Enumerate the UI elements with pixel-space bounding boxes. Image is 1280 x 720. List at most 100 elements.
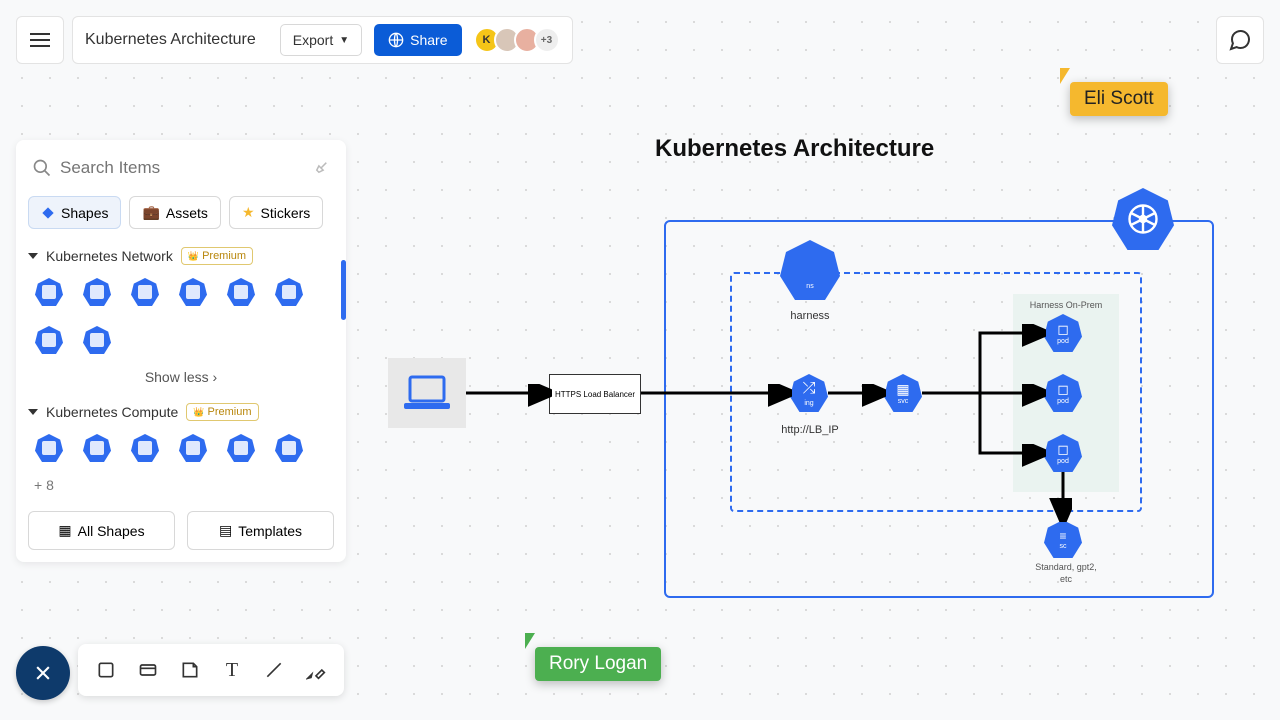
- premium-badge: 👑Premium: [186, 403, 258, 421]
- pen-icon: [306, 660, 326, 680]
- k8s-shape-netpol[interactable]: [130, 277, 160, 307]
- network-shapes: [28, 277, 334, 355]
- sc-text: sc: [1060, 543, 1067, 550]
- all-shapes-button[interactable]: ▦ All Shapes: [28, 511, 175, 550]
- svc-text: svc: [898, 398, 909, 405]
- menu-button[interactable]: [16, 16, 64, 64]
- collaborator-avatars[interactable]: K +3: [474, 27, 560, 53]
- premium-label: Premium: [202, 250, 246, 262]
- share-label: Share: [410, 32, 447, 48]
- tab-stickers[interactable]: ★ Stickers: [229, 196, 323, 229]
- export-button[interactable]: Export ▼: [280, 24, 362, 56]
- share-button[interactable]: Share: [374, 24, 461, 56]
- k8s-shape-ds[interactable]: [130, 433, 160, 463]
- node-pod-3[interactable]: ◻pod: [1044, 434, 1082, 472]
- search-icon: [32, 158, 52, 178]
- laptop-icon: [402, 373, 452, 413]
- panel-tabs: Shapes 💼 Assets ★ Stickers: [28, 196, 334, 229]
- ns-text: ns: [806, 283, 813, 290]
- k8s-logo-icon[interactable]: [1112, 188, 1174, 250]
- sc-label: Standard, gpt2, etc: [1032, 562, 1100, 585]
- tool-rect[interactable]: [88, 652, 124, 688]
- client-laptop[interactable]: [388, 358, 466, 428]
- panel-scrollbar[interactable]: [341, 260, 346, 320]
- search-input[interactable]: [60, 158, 304, 178]
- node-pod-2[interactable]: ◻pod: [1044, 374, 1082, 412]
- pod2-text: pod: [1057, 398, 1069, 405]
- chevron-down-icon: ▼: [339, 35, 349, 46]
- document-title[interactable]: Kubernetes Architecture: [85, 31, 268, 49]
- panel-actions: ▦ All Shapes ▤ Templates: [28, 511, 334, 550]
- load-balancer[interactable]: HTTPS Load Balancer: [549, 374, 641, 414]
- globe-icon: [388, 32, 404, 48]
- premium-badge: 👑Premium: [181, 247, 253, 265]
- caret-down-icon: [28, 409, 38, 415]
- cursor-rory: Rory Logan: [535, 647, 661, 681]
- tool-line[interactable]: [256, 652, 292, 688]
- section-network[interactable]: Kubernetes Network 👑Premium: [28, 247, 334, 265]
- k8s-shape-6[interactable]: [274, 277, 304, 307]
- ing-text: ing: [804, 400, 813, 407]
- chat-button[interactable]: [1216, 16, 1264, 64]
- card-icon: [138, 660, 158, 680]
- avatar-more[interactable]: +3: [534, 27, 560, 53]
- node-sc[interactable]: ≡sc: [1044, 520, 1082, 558]
- k8s-shape-rs[interactable]: [226, 433, 256, 463]
- square-icon: [96, 660, 116, 680]
- k8s-shape-7[interactable]: [34, 325, 64, 355]
- star-icon: ★: [242, 204, 255, 221]
- pod1-text: pod: [1057, 338, 1069, 345]
- tab-shapes-label: Shapes: [61, 205, 108, 221]
- line-icon: [264, 660, 284, 680]
- ing-label: http://LB_IP: [766, 424, 854, 436]
- tool-pen[interactable]: [298, 652, 334, 688]
- shapes-panel: Shapes 💼 Assets ★ Stickers Kubernetes Netw…: [16, 140, 346, 562]
- k8s-shape-pod[interactable]: [34, 433, 64, 463]
- more-shapes-count[interactable]: + 8: [28, 477, 334, 493]
- k8s-shape-svc[interactable]: [178, 277, 208, 307]
- sticky-icon: [180, 660, 200, 680]
- hamburger-icon: [30, 33, 50, 47]
- grid-icon: ▦: [58, 522, 71, 539]
- caret-down-icon: [28, 253, 38, 259]
- k8s-shape-deploy[interactable]: [82, 433, 112, 463]
- k8s-shape-ing[interactable]: [82, 277, 112, 307]
- search-row: [28, 152, 334, 184]
- close-fab[interactable]: [16, 646, 70, 700]
- tool-card[interactable]: [130, 652, 166, 688]
- bottom-toolbar: T: [78, 644, 344, 696]
- node-ing[interactable]: ⤮ing: [790, 374, 828, 412]
- pin-icon[interactable]: [308, 155, 333, 180]
- section-network-label: Kubernetes Network: [46, 248, 173, 264]
- templates-icon: ▤: [219, 522, 232, 539]
- node-svc[interactable]: ▦svc: [884, 374, 922, 412]
- k8s-shape-job[interactable]: [178, 433, 208, 463]
- tab-assets[interactable]: 💼 Assets: [129, 196, 220, 229]
- node-ns[interactable]: ns: [780, 240, 840, 300]
- briefcase-icon: 💼: [142, 204, 159, 221]
- templates-label: Templates: [238, 523, 302, 539]
- text-icon: T: [226, 659, 238, 682]
- templates-button[interactable]: ▤ Templates: [187, 511, 334, 550]
- k8s-shape-8[interactable]: [82, 325, 112, 355]
- all-shapes-label: All Shapes: [78, 523, 145, 539]
- premium-label-2: Premium: [208, 406, 252, 418]
- ns-label: harness: [770, 310, 850, 322]
- chat-icon: [1228, 28, 1252, 52]
- top-bar: Kubernetes Architecture Export ▼ Share K…: [16, 16, 573, 64]
- section-compute[interactable]: Kubernetes Compute 👑Premium: [28, 403, 334, 421]
- tab-shapes[interactable]: Shapes: [28, 196, 121, 229]
- diagram-title[interactable]: Kubernetes Architecture: [655, 135, 934, 163]
- node-pod-1[interactable]: ◻pod: [1044, 314, 1082, 352]
- tool-sticky[interactable]: [172, 652, 208, 688]
- k8s-shape-sts[interactable]: [274, 433, 304, 463]
- compute-shapes: [28, 433, 334, 463]
- tab-stickers-label: Stickers: [261, 205, 311, 221]
- show-less-button[interactable]: Show less ›: [28, 369, 334, 385]
- tab-assets-label: Assets: [166, 205, 208, 221]
- tool-text[interactable]: T: [214, 652, 250, 688]
- k8s-shape-5[interactable]: [226, 277, 256, 307]
- k8s-shape-ep[interactable]: [34, 277, 64, 307]
- close-icon: [33, 663, 53, 683]
- section-compute-label: Kubernetes Compute: [46, 404, 178, 420]
